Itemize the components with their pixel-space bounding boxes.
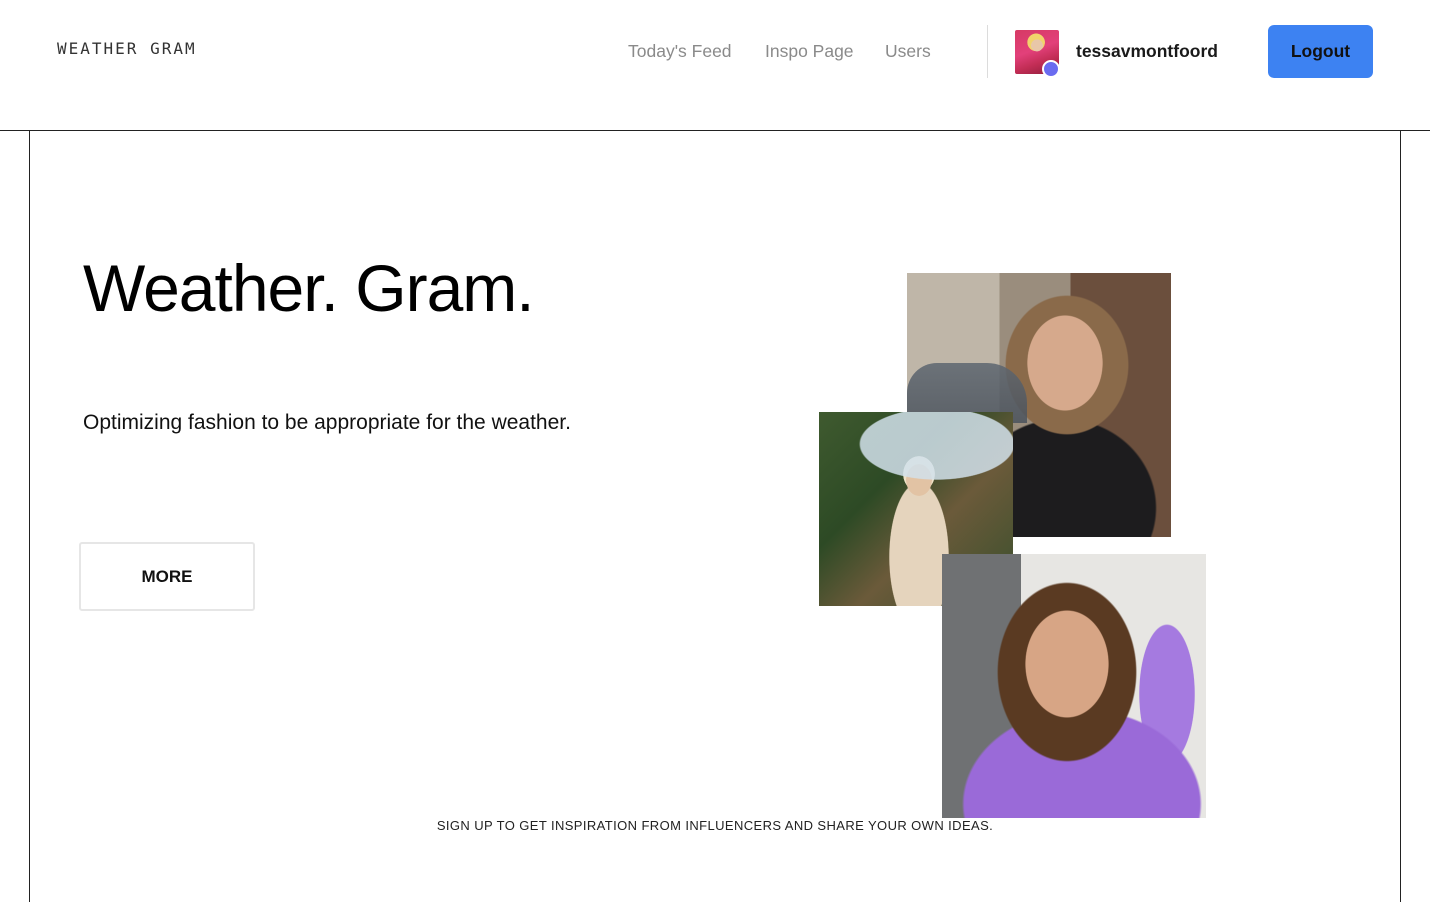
- top-header: WEATHER GRAM Today's Feed Inspo Page Use…: [0, 0, 1430, 131]
- user-avatar[interactable]: [1015, 30, 1060, 78]
- signup-tagline: SIGN UP TO GET INSPIRATION FROM INFLUENC…: [436, 818, 994, 833]
- hero-title: Weather. Gram.: [83, 251, 535, 325]
- nav-link-inspo-page[interactable]: Inspo Page: [765, 41, 854, 62]
- fashion-photo-purple-shirt: [942, 554, 1206, 818]
- more-button[interactable]: MORE: [79, 542, 255, 611]
- app-logo[interactable]: WEATHER GRAM: [57, 39, 197, 58]
- logout-button[interactable]: Logout: [1268, 25, 1373, 78]
- nav-link-todays-feed[interactable]: Today's Feed: [628, 41, 732, 62]
- frame-left-border: [29, 131, 30, 902]
- nav-link-users[interactable]: Users: [885, 41, 931, 62]
- hero-subtitle: Optimizing fashion to be appropriate for…: [83, 411, 571, 434]
- frame-right-border: [1400, 131, 1401, 902]
- online-status-dot: [1042, 60, 1060, 78]
- header-divider: [987, 25, 988, 78]
- username-label[interactable]: tessavmontfoord: [1076, 41, 1218, 62]
